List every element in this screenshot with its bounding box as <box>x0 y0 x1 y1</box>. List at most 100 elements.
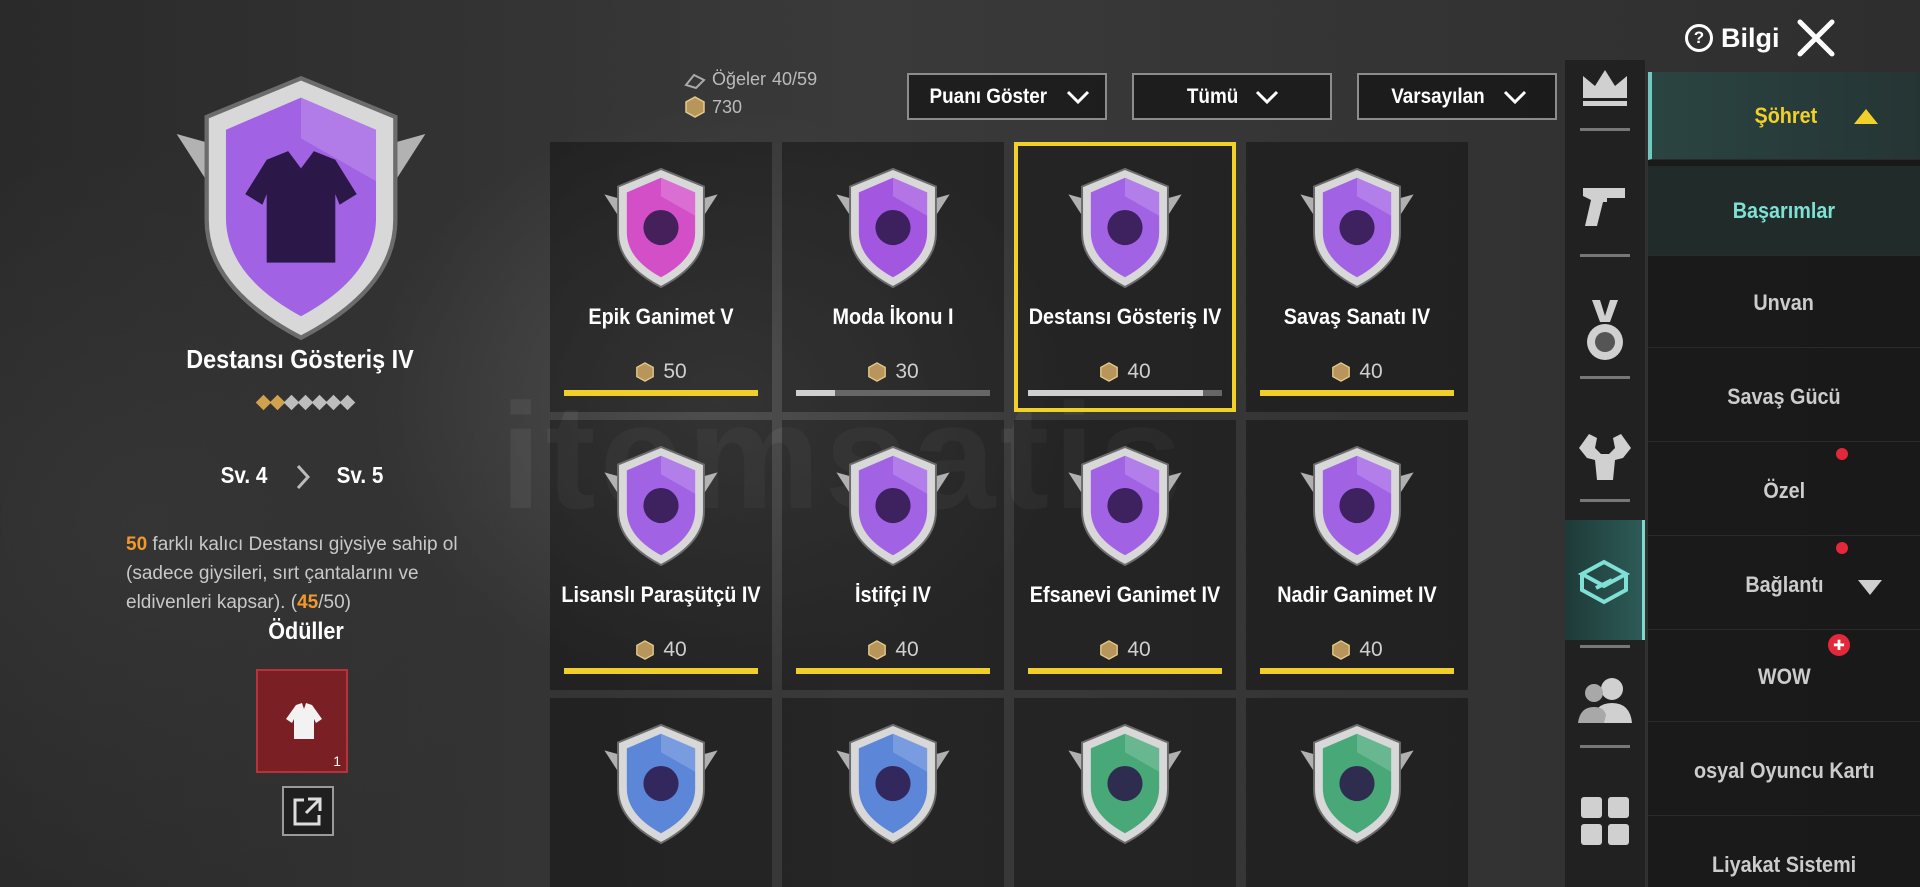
achievement-card[interactable] <box>782 698 1004 887</box>
sort-dropdown[interactable]: Varsayılan <box>1357 73 1557 120</box>
points-hex-icon <box>1100 362 1119 382</box>
progress-fill <box>1260 390 1454 396</box>
achievement-badge-icon <box>836 723 950 845</box>
selected-badge-icon <box>176 75 426 341</box>
achievement-points: 30 <box>782 360 1004 384</box>
progress-fill <box>1028 668 1222 674</box>
achievement-card[interactable] <box>1246 698 1468 887</box>
points-hex-icon <box>1332 362 1351 382</box>
menu-item[interactable]: Unvan <box>1648 258 1920 348</box>
achievement-card[interactable]: Lisanslı Paraşütçü IV 40 <box>550 420 772 690</box>
star-icon <box>255 394 271 411</box>
close-icon[interactable] <box>1794 16 1838 60</box>
category-dropdown[interactable]: Tümü <box>1132 73 1332 120</box>
achievement-card[interactable]: İstifçi IV 40 <box>782 420 1004 690</box>
achievement-card[interactable]: Moda İkonu I 30 <box>782 142 1004 412</box>
expand-down-icon <box>1858 580 1882 595</box>
chevron-down-icon <box>1503 90 1527 104</box>
points-value: 40 <box>663 638 687 661</box>
medal-tab[interactable] <box>1565 298 1645 368</box>
gift-icon: ✚ <box>1828 634 1850 656</box>
achievement-title: Epik Ganimet V <box>588 304 734 329</box>
collapse-up-icon <box>1854 109 1878 124</box>
menu-label: Başarımlar <box>1732 197 1836 223</box>
info-label: Bilgi <box>1721 22 1780 53</box>
achievement-card[interactable]: Destansı Gösteriş IV 40 <box>1014 142 1236 412</box>
dropdown-label: Puanı Göster <box>929 84 1047 108</box>
achievement-points: 40 <box>1246 360 1468 384</box>
items-value: 40/59 <box>772 69 818 89</box>
desc-highlight: 50 <box>126 534 148 555</box>
menu-label: Şöhret <box>1754 102 1818 128</box>
points-hex-icon <box>636 640 655 660</box>
progress-fill <box>1028 390 1203 396</box>
jacket-icon <box>286 703 322 739</box>
medal-icon <box>1587 300 1623 360</box>
achievement-card[interactable]: Efsanevi Ganimet IV 40 <box>1014 420 1236 690</box>
achievement-title: Efsanevi Ganimet IV <box>1029 582 1221 607</box>
question-icon: ? <box>1685 24 1713 52</box>
achievement-badge-icon <box>604 167 718 289</box>
reward-item[interactable]: 1 <box>256 669 348 773</box>
achievement-badge-icon <box>1068 723 1182 845</box>
star-icon <box>269 394 285 411</box>
items-stat: Öğeler 40/59 <box>684 69 817 90</box>
achievement-badge-icon <box>1300 445 1414 567</box>
achievement-points: 40 <box>1246 638 1468 662</box>
achievement-title: Nadir Ganimet IV <box>1277 582 1437 607</box>
progress-bar <box>796 668 990 674</box>
menu-label: Özel <box>1763 477 1805 503</box>
points-value: 40 <box>1359 360 1383 383</box>
achievement-points: 40 <box>1014 360 1236 384</box>
achievement-card[interactable] <box>1014 698 1236 887</box>
weapons-tab[interactable] <box>1565 178 1645 238</box>
level-next: Sv. 5 <box>336 462 384 488</box>
info-button[interactable]: ? Bilgi <box>1685 18 1780 58</box>
desc-progress: 45 <box>297 592 319 613</box>
show-points-dropdown[interactable]: Puanı Göster <box>907 73 1107 120</box>
chevron-down-icon <box>1067 90 1090 104</box>
menu-label: Liyakat Sistemi <box>1711 851 1857 877</box>
achievement-badge-icon <box>604 723 718 845</box>
achievement-badge-icon <box>1068 445 1182 567</box>
items-tab[interactable] <box>1565 520 1645 640</box>
desc-total: /50) <box>318 592 351 613</box>
achievement-title: Savaş Sanatı IV <box>1283 304 1431 329</box>
social-tab[interactable] <box>1565 675 1645 731</box>
menu-item[interactable]: Savaş Gücü <box>1648 352 1920 442</box>
points-value: 40 <box>1127 638 1151 661</box>
external-link-icon <box>293 797 322 826</box>
muscle-icon <box>1579 434 1631 480</box>
share-button[interactable] <box>282 786 334 836</box>
achievement-card[interactable]: Savaş Sanatı IV 40 <box>1246 142 1468 412</box>
stats-tab[interactable] <box>1565 428 1645 488</box>
points-hex-icon <box>1100 640 1119 660</box>
achievement-points: 40 <box>782 638 1004 662</box>
achievement-card[interactable] <box>550 698 772 887</box>
dropdown-label: Varsayılan <box>1391 84 1485 108</box>
achievement-badge-icon <box>836 167 950 289</box>
menu-item[interactable]: Liyakat Sistemi <box>1648 820 1920 887</box>
achievement-badge-icon <box>1300 167 1414 289</box>
notification-dot <box>1836 542 1848 554</box>
progress-bar <box>1260 390 1454 396</box>
menu-label: WOW <box>1757 663 1811 689</box>
achievement-card[interactable]: Nadir Ganimet IV 40 <box>1246 420 1468 690</box>
star-icon <box>297 394 313 411</box>
achievement-card[interactable]: Epik Ganimet V 50 <box>550 142 772 412</box>
rewards-title: Ödüller <box>268 618 344 645</box>
menu-item[interactable]: Başarımlar <box>1648 166 1920 256</box>
crown-tab[interactable] <box>1565 62 1645 116</box>
progress-bar <box>1260 668 1454 674</box>
menu-item[interactable]: WOW ✚ <box>1648 632 1920 722</box>
points-value: 40 <box>895 638 919 661</box>
progress-bar <box>1028 668 1222 674</box>
menu-item[interactable]: Bağlantı <box>1648 540 1920 630</box>
menu-item[interactable]: osyal Oyuncu Kartı <box>1648 726 1920 816</box>
desc-text: farklı kalıcı Destansı giysiye sahip ol … <box>126 534 458 613</box>
more-tab[interactable] <box>1565 795 1645 855</box>
menu-item[interactable]: Şöhret <box>1648 72 1920 160</box>
friends-icon <box>1578 678 1632 723</box>
progress-fill <box>796 390 835 396</box>
menu-item[interactable]: Özel <box>1648 446 1920 536</box>
